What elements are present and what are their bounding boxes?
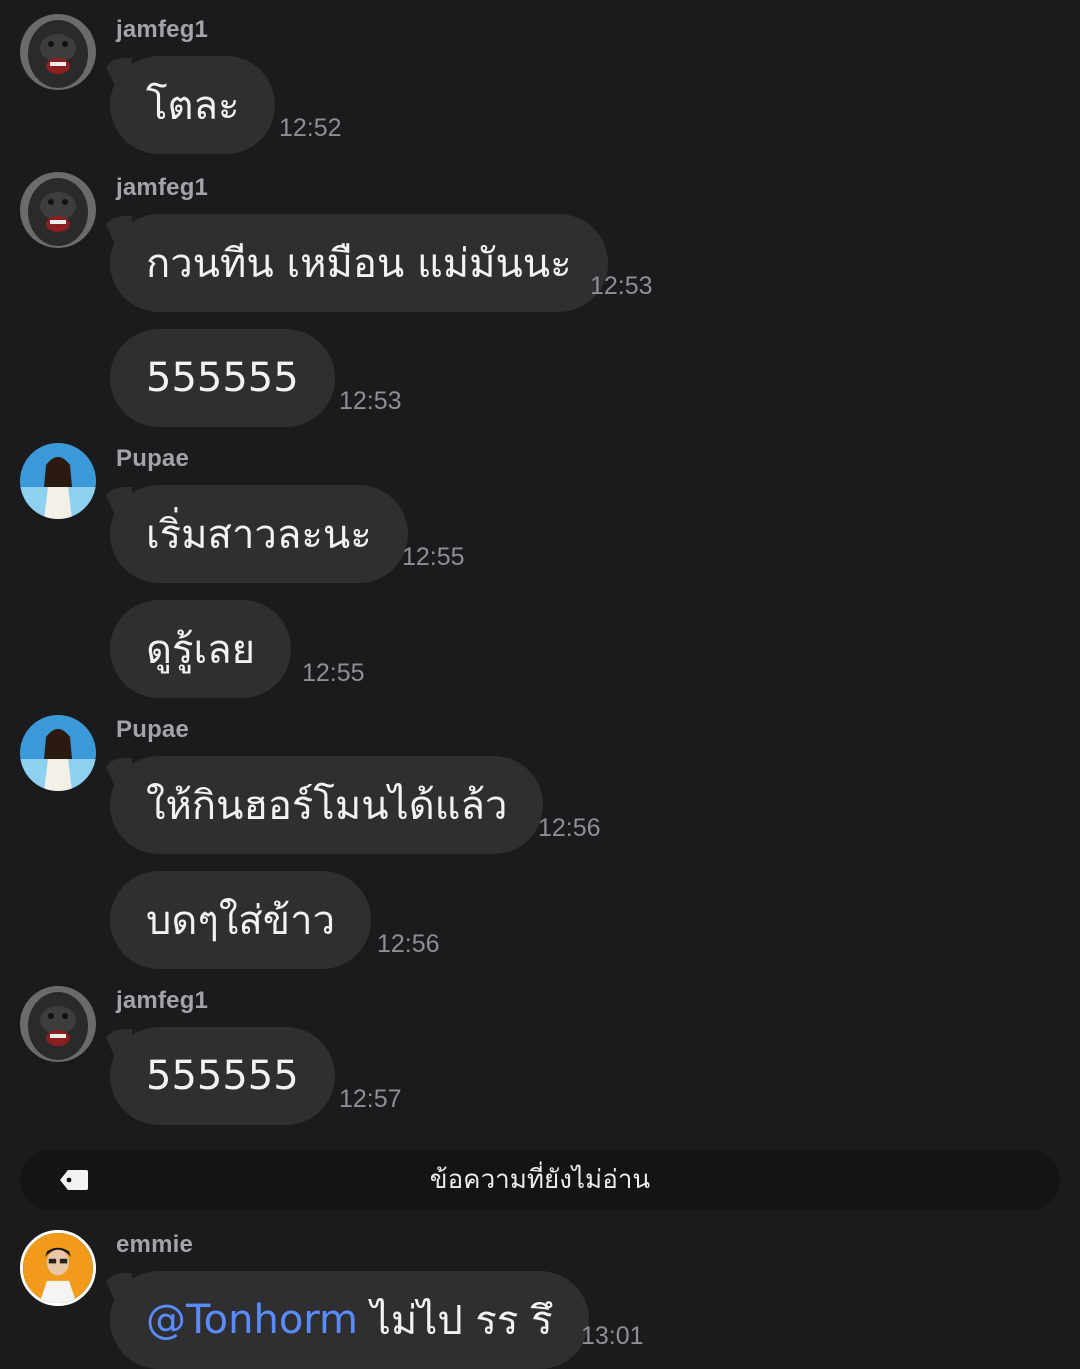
avatar-jamfeg1[interactable] [20, 986, 96, 1062]
message-time: 13:01 [581, 1322, 644, 1350]
message-bubble[interactable]: บดๆใส่ข้าว [110, 871, 372, 969]
avatar-pupae[interactable] [20, 715, 96, 791]
message-text: ดูรู้เลย [146, 627, 256, 673]
message-time: 12:52 [279, 114, 342, 142]
avatar-jamfeg1[interactable] [20, 14, 96, 90]
avatar-pupae[interactable] [20, 443, 96, 519]
message-bubble[interactable]: 555555 [110, 1027, 335, 1125]
sender-name: Pupae [116, 716, 190, 743]
message-time: 12:53 [339, 387, 402, 415]
sender-name: Pupae [116, 445, 190, 472]
message-bubble[interactable]: ให้กินฮอร์โมนได้แล้ว [110, 756, 544, 854]
sender-name: jamfeg1 [116, 16, 209, 43]
unread-divider-label: ข้อความที่ยังไม่อ่าน [429, 1165, 651, 1195]
message-time: 12:55 [402, 543, 465, 571]
message-bubble[interactable]: เริ่มสาวละนะ [110, 485, 408, 583]
message-bubble[interactable]: @Tonhorm ไม่ไป รร รึ [110, 1271, 589, 1369]
message-bubble[interactable]: กวนทีน เหมือน แม่มันนะ [110, 214, 608, 312]
avatar-emmie[interactable] [20, 1230, 96, 1306]
message-text: 555555 [146, 355, 299, 401]
sender-name: jamfeg1 [116, 174, 209, 201]
sender-name: jamfeg1 [116, 987, 209, 1014]
message-text: บดๆใส่ข้าว [146, 898, 336, 944]
unread-messages-divider: ข้อความที่ยังไม่อ่าน [20, 1150, 1060, 1210]
message-text: 555555 [146, 1053, 299, 1099]
message-text: โตละ [146, 83, 240, 129]
message-text: เริ่มสาวละนะ [146, 512, 372, 558]
message-time: 12:56 [538, 814, 601, 842]
message-time: 12:53 [590, 272, 653, 300]
message-text: ให้กินฮอร์โมนได้แล้ว [146, 783, 508, 829]
message-text: กวนทีน เหมือน แม่มันนะ [146, 241, 572, 287]
message-bubble[interactable]: ดูรู้เลย [110, 600, 292, 698]
message-time: 12:55 [302, 659, 365, 687]
message-bubble[interactable]: 555555 [110, 329, 335, 427]
message-bubble[interactable]: โตละ [110, 56, 276, 154]
message-text: ไม่ไป รร รึ [358, 1298, 553, 1344]
sender-name: emmie [116, 1231, 194, 1258]
mention-link[interactable]: @Tonhorm [146, 1297, 358, 1343]
avatar-jamfeg1[interactable] [20, 172, 96, 248]
message-time: 12:57 [339, 1085, 402, 1113]
message-time: 12:56 [377, 930, 440, 958]
